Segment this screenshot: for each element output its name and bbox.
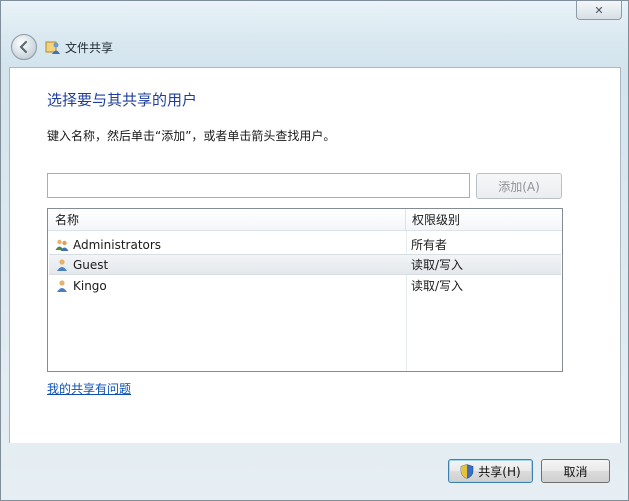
- user-list[interactable]: 名称 权限级别 Administrators 所有者 Guest 读取/写入 K…: [47, 208, 563, 372]
- help-link[interactable]: 我的共享有问题: [47, 380, 131, 397]
- list-header: 名称 权限级别: [48, 209, 562, 231]
- column-header-name[interactable]: 名称: [48, 209, 406, 231]
- back-button[interactable]: [11, 34, 37, 60]
- list-item-kingo[interactable]: Kingo 读取/写入: [49, 275, 561, 296]
- user-icon: [55, 279, 69, 293]
- close-icon: ✕: [594, 3, 604, 17]
- user-name-input[interactable]: [47, 173, 470, 198]
- share-button-label: 共享(H): [478, 464, 521, 479]
- uac-shield-icon: [460, 463, 474, 479]
- window-title-text: 文件共享: [65, 40, 114, 55]
- file-sharing-icon: [45, 39, 61, 55]
- list-item-permission[interactable]: 读取/写入: [406, 277, 463, 294]
- list-item-name: Kingo: [73, 278, 107, 293]
- list-item-permission[interactable]: 读取/写入: [406, 256, 463, 273]
- instruction-text: 键入名称，然后单击“添加”，或者单击箭头查找用户。: [47, 129, 336, 143]
- user-icon: [55, 258, 69, 272]
- list-item-name: Guest: [73, 257, 109, 272]
- close-button[interactable]: ✕: [576, 1, 622, 20]
- list-item-name: Administrators: [73, 237, 162, 252]
- file-sharing-window: ✕ 文件共享 选择要与其共享的用户 键入名称，然后单击“添加”，或者单击箭头查找…: [0, 0, 629, 501]
- cancel-button[interactable]: 取消: [541, 459, 610, 483]
- window-title: 文件共享: [45, 38, 113, 56]
- list-item-permission: 所有者: [411, 238, 448, 252]
- page-title: 选择要与其共享的用户: [47, 91, 198, 109]
- list-item-administrators[interactable]: Administrators 所有者: [49, 234, 561, 255]
- dialog-content: 选择要与其共享的用户 键入名称，然后单击“添加”，或者单击箭头查找用户。 添加(…: [9, 67, 621, 443]
- add-button[interactable]: 添加(A): [476, 173, 562, 199]
- back-arrow-icon: [19, 40, 28, 54]
- title-bar: [1, 1, 628, 67]
- column-header-permission[interactable]: 权限级别: [407, 209, 562, 231]
- group-icon: [55, 238, 69, 252]
- share-button[interactable]: 共享(H): [448, 459, 533, 483]
- list-item-guest[interactable]: Guest 读取/写入: [49, 254, 561, 275]
